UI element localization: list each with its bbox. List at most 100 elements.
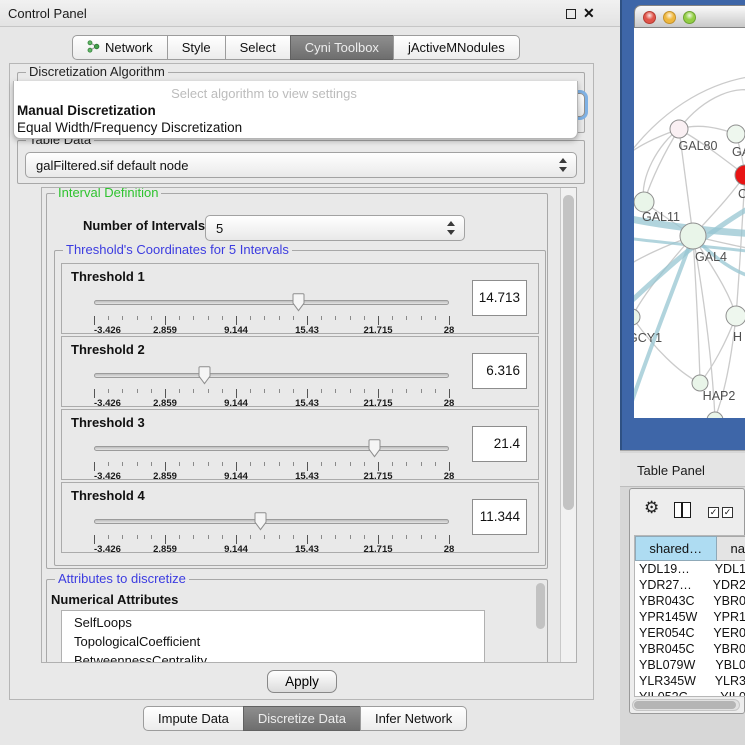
apply-button[interactable]: Apply — [267, 670, 337, 693]
threshold-slider[interactable] — [94, 365, 449, 387]
threshold-value[interactable]: 11.344 — [472, 499, 527, 535]
cell-name: YLR3 — [709, 673, 745, 689]
columns-icon[interactable] — [674, 502, 691, 518]
slider-thumb[interactable] — [291, 293, 306, 312]
table-row[interactable]: YDL19…YDL1 — [635, 561, 745, 577]
threshold-value[interactable]: 21.4 — [472, 426, 527, 462]
tab-network[interactable]: Network — [72, 35, 168, 60]
cell-shared-name: YBR043C — [635, 593, 707, 609]
table-data-combo-value: galFiltered.sif default node — [36, 153, 188, 177]
tab-select[interactable]: Select — [225, 35, 291, 60]
slider-thumb[interactable] — [367, 439, 382, 458]
table-panel-region: Table Panel ⚙ ✓ ✓ shared…na YDL19…YDL1YD… — [620, 450, 745, 745]
traffic-light-minimize[interactable] — [663, 11, 676, 24]
attributes-list[interactable]: SelfLoopsTopologicalCoefficientBetweenne… — [61, 610, 485, 663]
checkbox-icon[interactable]: ✓ — [708, 507, 719, 518]
slider-thumb[interactable] — [197, 366, 212, 385]
network-edge[interactable] — [700, 316, 736, 383]
table-row[interactable]: YLR345WYLR3 — [635, 673, 745, 689]
tick-label: 21.715 — [363, 398, 392, 409]
table-row[interactable]: YBR045CYBR0 — [635, 641, 745, 657]
tick-label: 28 — [444, 544, 455, 555]
threshold-slider[interactable] — [94, 438, 449, 460]
table-row[interactable]: YIL052CYIL0 — [635, 689, 745, 697]
slider-tick-labels: -3.4262.8599.14415.4321.71528 — [94, 398, 449, 409]
threshold-slider[interactable] — [94, 511, 449, 533]
table-row[interactable]: YBL079WYBL0 — [635, 657, 745, 673]
close-icon[interactable]: ✕ — [583, 5, 595, 22]
slider-thumb[interactable] — [253, 512, 268, 531]
tick-label: 2.859 — [153, 398, 177, 409]
network-node-gal4[interactable] — [680, 223, 706, 249]
vertical-scrollbar[interactable] — [560, 188, 576, 662]
algorithm-option-equal-width-frequency-discretization[interactable]: Equal Width/Frequency Discretization — [16, 119, 575, 136]
tab-discretize-data[interactable]: Discretize Data — [243, 706, 361, 731]
slider-ticks — [94, 535, 449, 544]
tab-infer-network[interactable]: Infer Network — [360, 706, 467, 731]
num-intervals-value: 5 — [216, 216, 223, 240]
network-graph: GAL80GACGAL11GAL4GCY1HHAP2 — [634, 28, 745, 418]
slider-track[interactable] — [94, 446, 449, 451]
network-view[interactable]: GAL80GACGAL11GAL4GCY1HHAP2 — [634, 28, 745, 418]
network-edge[interactable] — [634, 236, 693, 317]
column-header-shared[interactable]: shared… — [635, 536, 717, 561]
tick-label: 9.144 — [224, 471, 248, 482]
table-row[interactable]: YPR145WYPR1 — [635, 609, 745, 625]
table-row[interactable]: YDR27…YDR2 — [635, 577, 745, 593]
attribute-item[interactable]: SelfLoops — [62, 613, 484, 632]
network-node[interactable] — [707, 412, 723, 418]
threshold-slider[interactable] — [94, 292, 449, 314]
network-edge[interactable] — [679, 90, 745, 129]
tab-jactivemnodules[interactable]: jActiveMNodules — [393, 35, 520, 60]
traffic-light-close[interactable] — [643, 11, 656, 24]
algorithm-group-title: Discretization Algorithm — [26, 65, 168, 79]
table-data-combo[interactable]: galFiltered.sif default node — [25, 152, 577, 178]
table-row[interactable]: YER054CYER0 — [635, 625, 745, 641]
algorithm-popup-hint: Select algorithm to view settings — [14, 86, 514, 101]
slider-track[interactable] — [94, 373, 449, 378]
table-row[interactable]: YBR043CYBR0 — [635, 593, 745, 609]
attribute-item[interactable]: BetweennessCentrality — [62, 651, 484, 663]
network-node-h[interactable] — [726, 306, 745, 326]
tab-impute-data[interactable]: Impute Data — [143, 706, 244, 731]
node-label: C — [738, 187, 745, 201]
tick-label: 2.859 — [153, 544, 177, 555]
tick-label: 2.859 — [153, 471, 177, 482]
algorithm-option-manual-discretization[interactable]: Manual Discretization — [16, 102, 575, 119]
attributes-scrollbar[interactable] — [536, 583, 545, 629]
slider-track[interactable] — [94, 300, 449, 305]
column-header-na[interactable]: na — [717, 536, 745, 561]
traffic-light-zoom[interactable] — [683, 11, 696, 24]
cell-shared-name: YER054C — [635, 625, 707, 641]
scrollbar-thumb[interactable] — [563, 195, 574, 510]
network-node-gcy1[interactable] — [634, 309, 640, 325]
slider-track[interactable] — [94, 519, 449, 524]
scrollbar-thumb[interactable] — [634, 701, 736, 709]
network-edge[interactable] — [643, 129, 679, 202]
tab-cyni-toolbox[interactable]: Cyni Toolbox — [290, 35, 394, 60]
thresholds-group: Threshold's Coordinates for 5 Intervals … — [54, 250, 546, 566]
node-table: shared…na YDL19…YDL1YDR27…YDR2YBR043CYBR… — [634, 535, 745, 697]
tick-label: 9.144 — [224, 398, 248, 409]
cell-shared-name: YDL19… — [635, 561, 709, 577]
network-node-gal80[interactable] — [670, 120, 688, 138]
slider-ticks — [94, 462, 449, 471]
tick-label: 21.715 — [363, 471, 392, 482]
num-intervals-combo[interactable]: 5 — [205, 215, 465, 241]
tick-label: -3.426 — [94, 325, 121, 336]
attribute-item[interactable]: TopologicalCoefficient — [62, 632, 484, 651]
threshold-value[interactable]: 6.316 — [472, 353, 527, 389]
threshold-value[interactable]: 14.713 — [472, 280, 527, 316]
float-window-icon[interactable] — [566, 9, 576, 19]
network-edge[interactable] — [644, 129, 679, 202]
cell-name: YBR0 — [707, 593, 745, 609]
node-label: GAL80 — [679, 139, 718, 153]
network-node-gal11[interactable] — [634, 192, 654, 212]
network-node-ga[interactable] — [727, 125, 745, 143]
gear-icon[interactable]: ⚙ — [644, 499, 659, 516]
tab-style[interactable]: Style — [167, 35, 226, 60]
checkbox-icon[interactable]: ✓ — [722, 507, 733, 518]
network-edge-thick[interactable] — [634, 236, 693, 413]
cell-name: YPR1 — [707, 609, 745, 625]
horizontal-scrollbar[interactable] — [632, 699, 740, 711]
